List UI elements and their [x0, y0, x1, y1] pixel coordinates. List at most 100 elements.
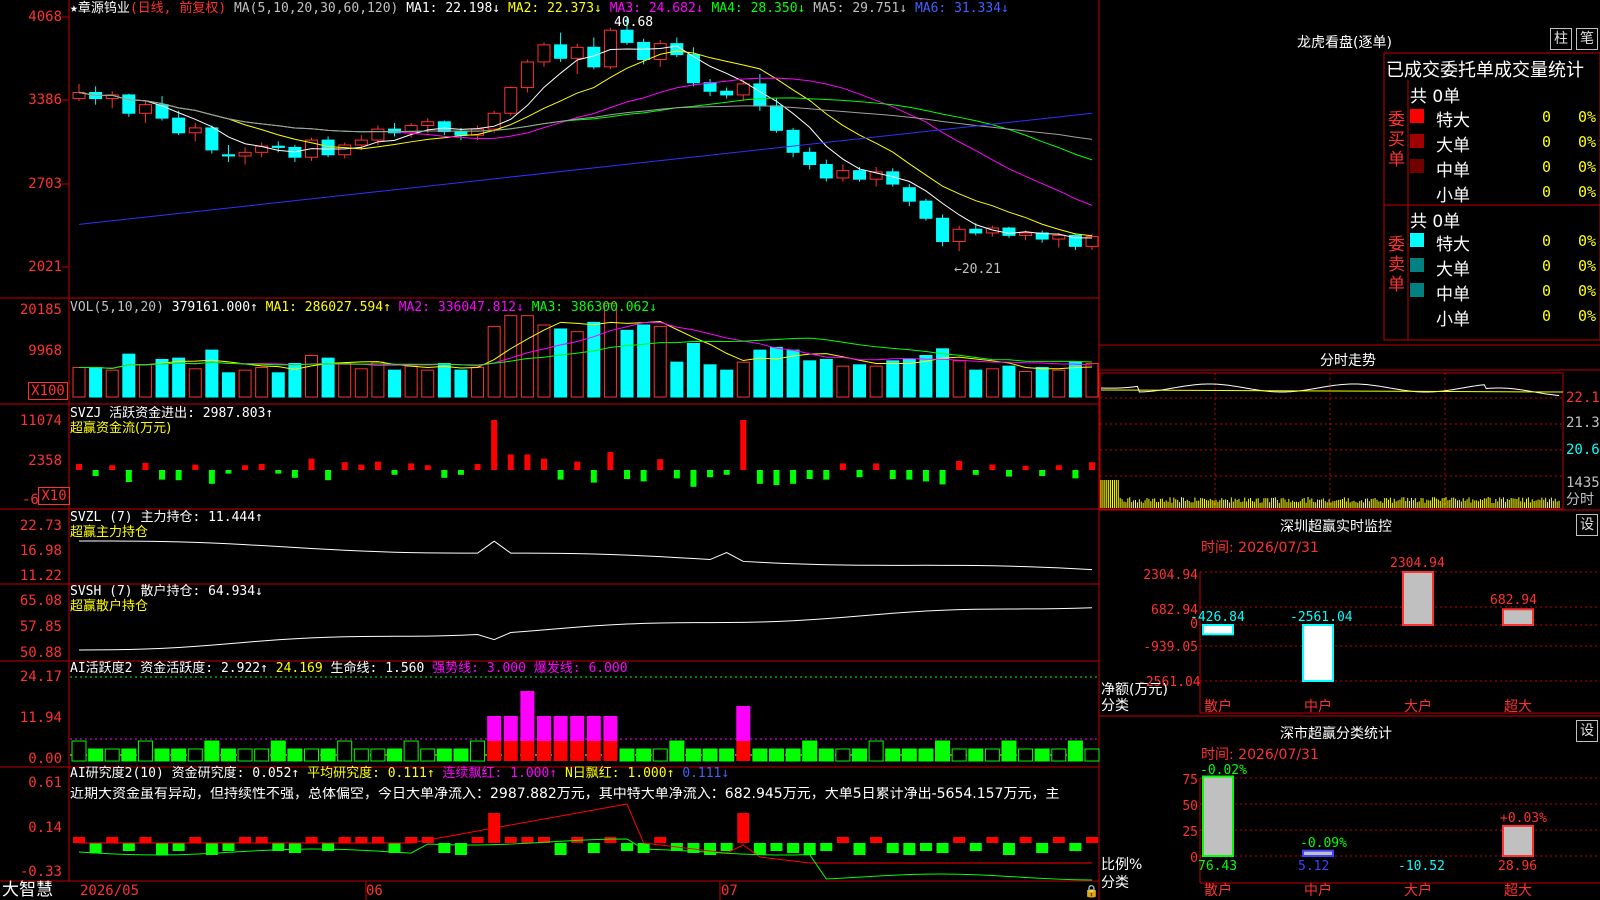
candle-body: [654, 44, 666, 60]
price-tick: 2703: [0, 176, 62, 192]
flow-bar: [142, 463, 148, 470]
ai2-nday: N日飘红: 1.000↑: [565, 766, 674, 781]
candle-body: [970, 229, 982, 233]
color-swatch: [1410, 159, 1424, 173]
svsh-tick: 50.88: [0, 645, 62, 661]
flow-bar: [192, 465, 198, 470]
sz-class-settings-button[interactable]: 设: [1576, 720, 1598, 742]
sz-class-tick: 0: [1150, 852, 1198, 866]
sz-monitor-ylabel: 净额(万元): [1101, 683, 1168, 697]
research-bar: [754, 843, 766, 855]
candlestick-chart[interactable]: [0, 0, 1600, 900]
research-bar: [173, 843, 185, 851]
research-bar: [289, 843, 301, 853]
volume-bar: [189, 369, 201, 397]
ai1-tick: 0.00: [0, 751, 62, 767]
order-row[interactable]: 大单 0 0%: [1410, 131, 1598, 153]
candle-body: [820, 165, 832, 178]
ma4-value: MA4: 28.350↓: [711, 1, 805, 16]
activity-bar: [172, 749, 186, 761]
ratio-change: -0.09%: [1300, 837, 1347, 851]
research-bar: [837, 837, 849, 843]
volume-bar: [156, 359, 168, 397]
flow-bar: [491, 420, 497, 470]
order-row[interactable]: 中单 0 0%: [1410, 280, 1598, 302]
stock-name[interactable]: 章源钨业: [78, 1, 130, 16]
volume-bar: [1036, 367, 1048, 397]
candle-body: [272, 146, 284, 147]
volume-bar: [222, 373, 234, 397]
volume-bar: [555, 329, 567, 397]
activity-bar: [570, 716, 584, 741]
order-row[interactable]: 小单 0 0%: [1410, 181, 1598, 203]
volume-bar: [604, 304, 616, 397]
activity-bar: [238, 749, 252, 761]
order-type: 大单: [1436, 255, 1470, 280]
order-count: 0: [1542, 133, 1551, 151]
activity-bar: [570, 741, 584, 761]
order-type: 中单: [1436, 156, 1470, 181]
volume-bar: [588, 322, 600, 397]
research-bar: [1086, 837, 1098, 843]
activity-bar: [1052, 749, 1066, 761]
order-row[interactable]: 特大 0 0%: [1410, 230, 1598, 252]
research-bar: [189, 837, 201, 843]
activity-bar: [703, 749, 717, 761]
volume-bar: [106, 370, 118, 397]
research-bar: [820, 843, 832, 851]
net-flow-value: 2304.94: [1390, 557, 1445, 571]
color-swatch: [1410, 258, 1424, 272]
lhb-tabs[interactable]: 已成交委托单成交量统计: [1386, 56, 1584, 82]
order-row[interactable]: 大单 0 0%: [1410, 255, 1598, 277]
volume-bar: [704, 365, 716, 397]
vol-ma2: MA2: 336047.812↓: [399, 300, 524, 315]
flow-bar: [574, 462, 580, 470]
activity-bar: [620, 749, 634, 761]
color-swatch: [1410, 283, 1424, 297]
volume-bar: [970, 370, 982, 397]
order-row[interactable]: 小单 0 0%: [1410, 305, 1598, 327]
ratio-value: 5.12: [1298, 860, 1329, 874]
candle-body: [521, 62, 533, 88]
ai1-burst: 爆发线: 6.000: [534, 661, 628, 676]
sz-monitor-settings-button[interactable]: 设: [1576, 514, 1598, 536]
order-pct: 0%: [1578, 158, 1596, 176]
flow-bar: [259, 464, 265, 470]
order-pct: 0%: [1578, 282, 1596, 300]
research-bar: [737, 813, 749, 843]
activity-bar: [89, 749, 103, 761]
flow-bar: [541, 459, 547, 470]
main-chart-header: ★章源钨业(日线, 前复权) MA(5,10,20,30,60,120) MA1…: [70, 2, 1009, 16]
activity-bar: [221, 749, 235, 761]
lock-icon[interactable]: 🔒: [1084, 884, 1099, 898]
activity-bar: [936, 741, 950, 761]
candle-body: [189, 128, 201, 133]
flow-bar: [657, 459, 663, 470]
candle-body: [920, 201, 932, 218]
bar-mode-button[interactable]: 柱: [1550, 28, 1572, 50]
candle-body: [787, 130, 799, 152]
flow-bar: [740, 420, 746, 470]
activity-bar: [753, 749, 767, 761]
order-row[interactable]: 中单 0 0%: [1410, 156, 1598, 178]
activity-bar: [105, 749, 119, 761]
activity-bar: [637, 749, 651, 761]
period-label[interactable]: (日线, 前复权): [130, 1, 226, 16]
sz-monitor-title: 深圳超赢实时监控: [1280, 516, 1392, 536]
volume-bar: [937, 349, 949, 397]
tick-mode-button[interactable]: 笔: [1576, 28, 1598, 50]
candle-body: [837, 171, 849, 178]
svzj-header: SVZJ 活跃资金进出: 2987.803↑: [70, 407, 273, 421]
research-bar: [355, 837, 367, 843]
ai1-tick: 11.94: [0, 710, 62, 726]
candle-body: [555, 45, 567, 58]
ai2-tick: -0.33: [0, 864, 62, 880]
research-line: [79, 804, 1092, 863]
candle-body: [604, 30, 616, 67]
app-logo[interactable]: 大智慧: [2, 881, 53, 899]
flow-bar: [890, 470, 896, 479]
volume-bar: [1003, 366, 1015, 397]
activity-bar: [338, 741, 352, 761]
order-row[interactable]: 特大 0 0%: [1410, 106, 1598, 128]
volume-bar: [654, 326, 666, 397]
